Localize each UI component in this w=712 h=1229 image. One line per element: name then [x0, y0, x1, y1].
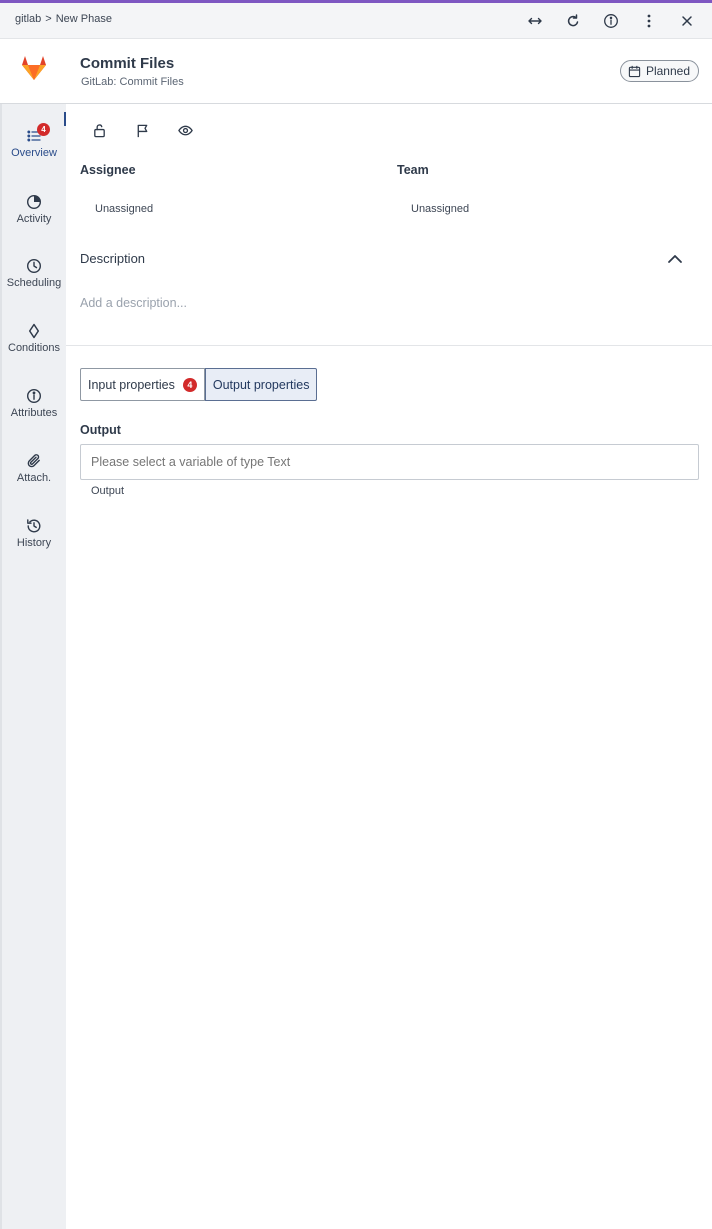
output-helper-text: Output: [91, 485, 125, 497]
output-label: Output: [80, 423, 121, 437]
assignee-label: Assignee: [80, 163, 136, 177]
description-input[interactable]: Add a description...: [80, 296, 187, 310]
sidebar-item-scheduling[interactable]: Scheduling: [2, 258, 66, 320]
tab-input-properties[interactable]: Input properties 4: [80, 368, 205, 401]
sidebar-item-conditions[interactable]: Conditions: [2, 323, 66, 385]
sidebar-item-label: Conditions: [8, 342, 60, 354]
page-title: Commit Files: [80, 55, 175, 72]
lock-icon[interactable]: [90, 121, 108, 139]
sidebar-item-label: Attributes: [10, 407, 58, 419]
assignee-value[interactable]: Unassigned: [95, 203, 153, 215]
flag-icon[interactable]: [133, 121, 151, 139]
sidebar-item-overview[interactable]: 4 Overview: [2, 123, 66, 188]
sidebar-item-label: Overview: [11, 147, 57, 159]
calendar-icon: [628, 65, 641, 77]
sidebar-item-history[interactable]: History: [2, 518, 66, 580]
page-subtitle: GitLab: Commit Files: [81, 76, 184, 88]
clock-icon: [26, 258, 42, 274]
gitlab-logo-icon: [18, 52, 50, 84]
sidebar-item-label: Scheduling: [6, 277, 62, 289]
sidebar-item-label: Activity: [16, 213, 52, 225]
tab-label: Output properties: [212, 377, 310, 392]
expand-horizontal-icon[interactable]: [524, 10, 546, 32]
sidebar-item-attach[interactable]: Attach.: [2, 453, 66, 515]
description-title: Description: [80, 251, 146, 266]
status-badge[interactable]: Planned: [619, 60, 699, 82]
breadcrumb: gitlab > New Phase: [15, 13, 112, 25]
overview-badge: 4: [37, 123, 50, 136]
refresh-icon[interactable]: [562, 10, 584, 32]
team-value[interactable]: Unassigned: [411, 203, 469, 215]
status-label: Planned: [645, 64, 690, 78]
team-label: Team: [397, 163, 429, 177]
top-actions: [508, 10, 698, 32]
tab-label: Input properties: [88, 377, 175, 392]
properties-tabs: Input properties 4 Output properties: [80, 368, 318, 401]
info-icon: [26, 388, 42, 404]
tab-output-properties[interactable]: Output properties: [204, 368, 318, 401]
paperclip-icon: [27, 454, 40, 468]
sidebar-item-attributes[interactable]: Attributes: [2, 388, 66, 450]
task-header: Commit Files GitLab: Commit Files Planne…: [0, 39, 712, 104]
sidebar-item-label: History: [16, 537, 52, 549]
input-properties-badge: 4: [182, 377, 197, 392]
eye-icon[interactable]: [176, 121, 194, 139]
side-nav: 4 Overview Activity Scheduling Condition…: [0, 104, 66, 1229]
breadcrumb-separator: >: [45, 13, 52, 25]
close-icon[interactable]: [676, 10, 698, 32]
breadcrumb-root[interactable]: gitlab: [15, 13, 41, 25]
top-bar: gitlab > New Phase: [0, 3, 712, 39]
more-vertical-icon[interactable]: [638, 10, 660, 32]
history-icon: [27, 519, 41, 533]
diamond-icon: [28, 323, 40, 339]
section-divider: [66, 345, 712, 346]
sidebar-item-label: Attach.: [16, 472, 52, 484]
sidebar-item-activity[interactable]: Activity: [2, 194, 66, 256]
chevron-up-icon[interactable]: [666, 252, 684, 266]
main-panel: Assignee Unassigned Team Unassigned Desc…: [66, 104, 712, 1229]
output-variable-input[interactable]: [80, 444, 699, 480]
activity-icon: [26, 194, 42, 210]
info-icon[interactable]: [600, 10, 622, 32]
breadcrumb-current: New Phase: [55, 13, 112, 25]
task-toolbar: [90, 121, 219, 139]
